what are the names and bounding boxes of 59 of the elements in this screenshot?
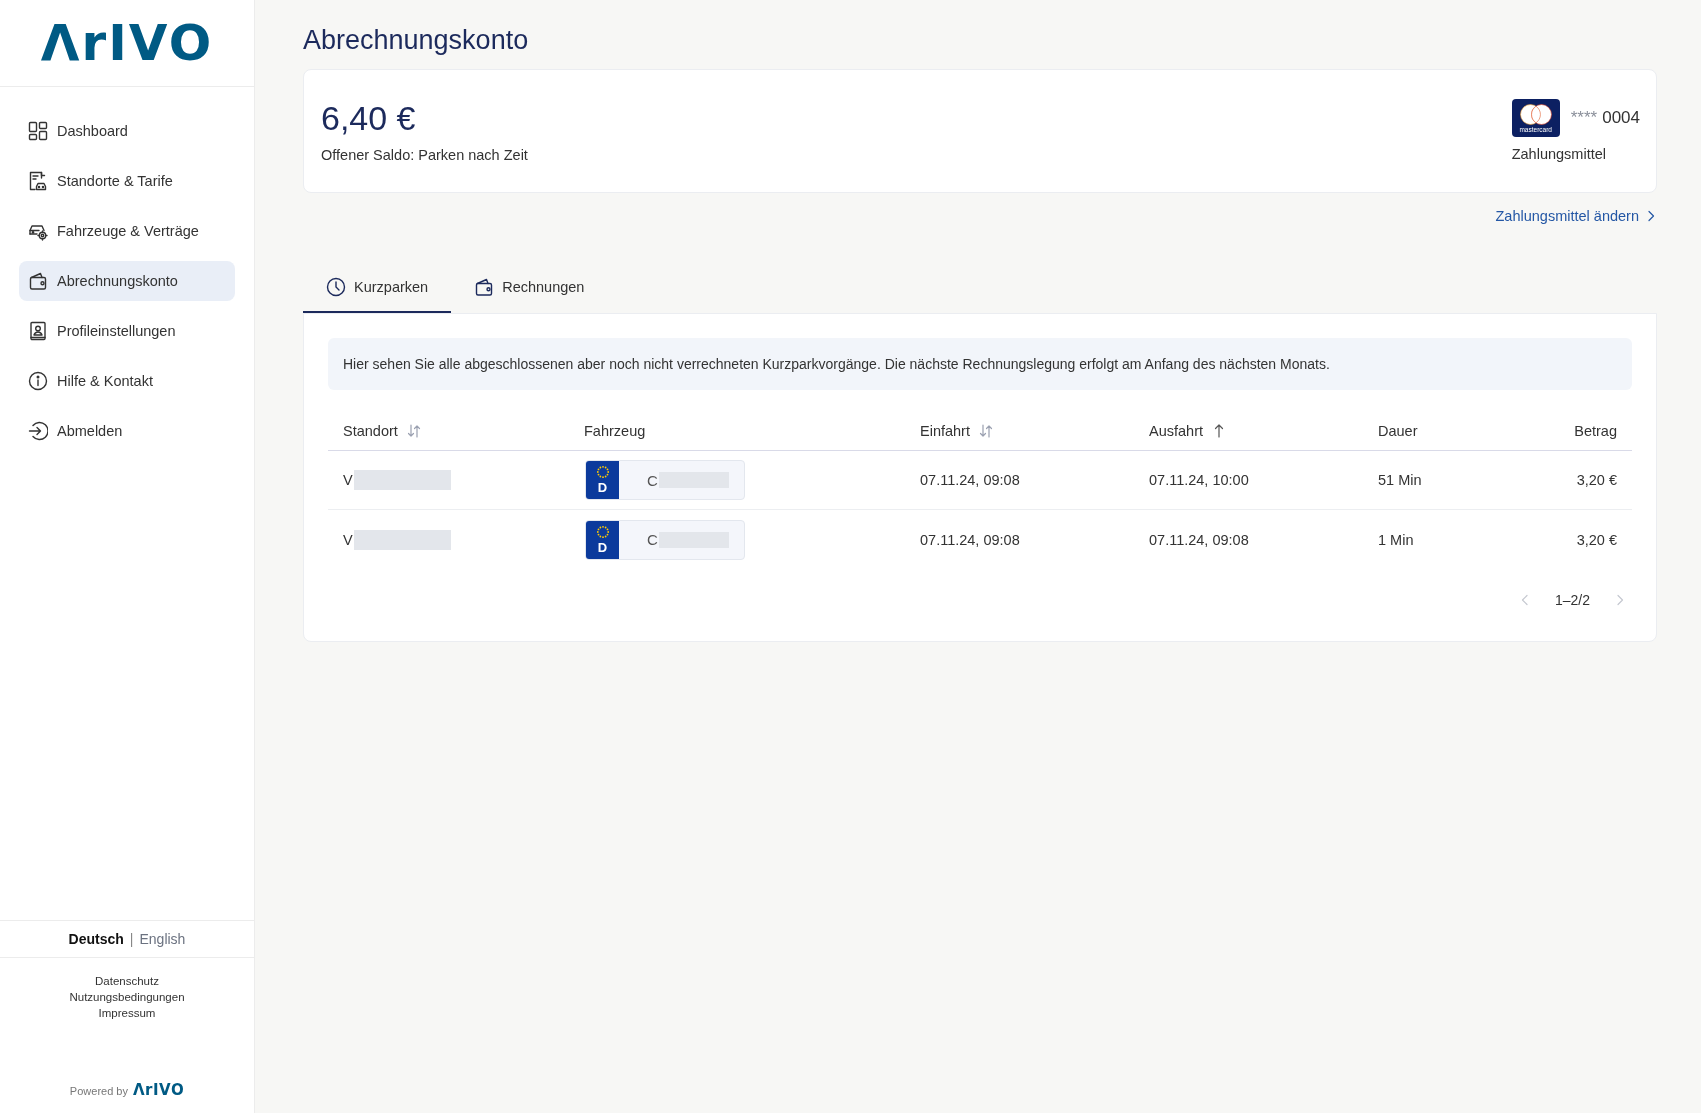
sidebar-item[interactable]: Dashboard (19, 111, 235, 151)
column-header: Einfahrt (920, 423, 970, 439)
logo: ΛrIVO (132, 1083, 185, 1098)
sidebar-item[interactable]: Abrechnungskonto (19, 261, 235, 301)
table-cell-text: 07.11.24, 09:08 (919, 472, 1021, 488)
table-cell-text: 51 Min (1377, 472, 1423, 488)
overlapping-circles-icon (1518, 103, 1553, 125)
table-cell-text: 07.11.24, 10:00 (1148, 472, 1250, 488)
country-code: D (597, 481, 608, 495)
eu-stars-icon (595, 465, 610, 479)
plate-text: C (647, 471, 658, 489)
page-title: Abrechnungskonto (303, 24, 530, 57)
plate-text: C (647, 531, 658, 548)
eu-stars-icon (595, 524, 610, 539)
table-cell-text: 1 Min (1377, 531, 1415, 548)
payment-method-label: Zahlungsmittel (1511, 145, 1607, 163)
footer-link[interactable]: Nutzungsbedingungen (69, 990, 185, 1005)
card-number: 0004 (1602, 108, 1640, 128)
table-cell-text: 3,20 € (1575, 472, 1618, 488)
table-cell-text: 07.11.24, 09:08 (919, 531, 1021, 548)
page-range: 1–2/2 (1554, 592, 1590, 608)
chevron-right-icon (1614, 594, 1626, 606)
info-icon (28, 371, 48, 391)
sidebar-item[interactable]: Fahrzeuge & Verträge (19, 211, 235, 251)
logout-icon (28, 421, 48, 441)
dashboard-icon (28, 121, 48, 141)
location-text: V (343, 531, 353, 548)
sidebar-item[interactable]: Profileinstellungen (19, 311, 235, 351)
table-cell-text: 07.11.24, 09:08 (1148, 531, 1250, 548)
column-header: Betrag (1574, 423, 1617, 439)
balance-amount: 6,40 € (321, 98, 417, 138)
separator: | (129, 931, 134, 947)
column-header: Fahrzeug (584, 423, 646, 439)
sidebar-item[interactable]: Standorte & Tarife (19, 161, 235, 201)
contact-card-icon (28, 321, 48, 341)
column-header: Dauer (1378, 423, 1418, 439)
sidebar-item[interactable]: Hilfe & Kontakt (19, 361, 235, 401)
sidebar-item[interactable]: Abmelden (19, 411, 235, 451)
country-code: D (597, 540, 608, 555)
column-header: Standort (343, 423, 398, 439)
wallet-icon (474, 277, 495, 297)
powered-by-label: Powered by (69, 1084, 128, 1097)
wallet-icon (28, 271, 48, 291)
table-cell-text: 3,20 € (1575, 531, 1618, 548)
location-text: V (343, 472, 353, 488)
column-header: Ausfahrt (1149, 423, 1203, 439)
tab[interactable]: Rechnungen (451, 263, 608, 313)
change-payment-link[interactable]: Zahlungsmittel ändern (1495, 207, 1657, 225)
document-car-icon (28, 171, 48, 191)
footer-link[interactable]: Impressum (98, 1006, 156, 1021)
language-option[interactable]: Deutsch (68, 931, 124, 947)
info-text: Hier sehen Sie alle abgeschlossenen aber noch nicht verrechneten Kurzparkvorgänge. Die nächste Rechnungslegung erfolgt am Anfang des nächsten Monats. (328, 338, 1632, 390)
balance-label: Offener Saldo: Parken nach Zeit (321, 146, 528, 164)
footer-link[interactable]: Datenschutz (95, 974, 159, 989)
chevron-right-icon (1645, 210, 1657, 222)
language-option[interactable]: English (139, 931, 186, 947)
card-mask: **** (1570, 108, 1598, 128)
logo: ΛrIVO (40, 18, 214, 68)
clock-icon (326, 277, 346, 297)
